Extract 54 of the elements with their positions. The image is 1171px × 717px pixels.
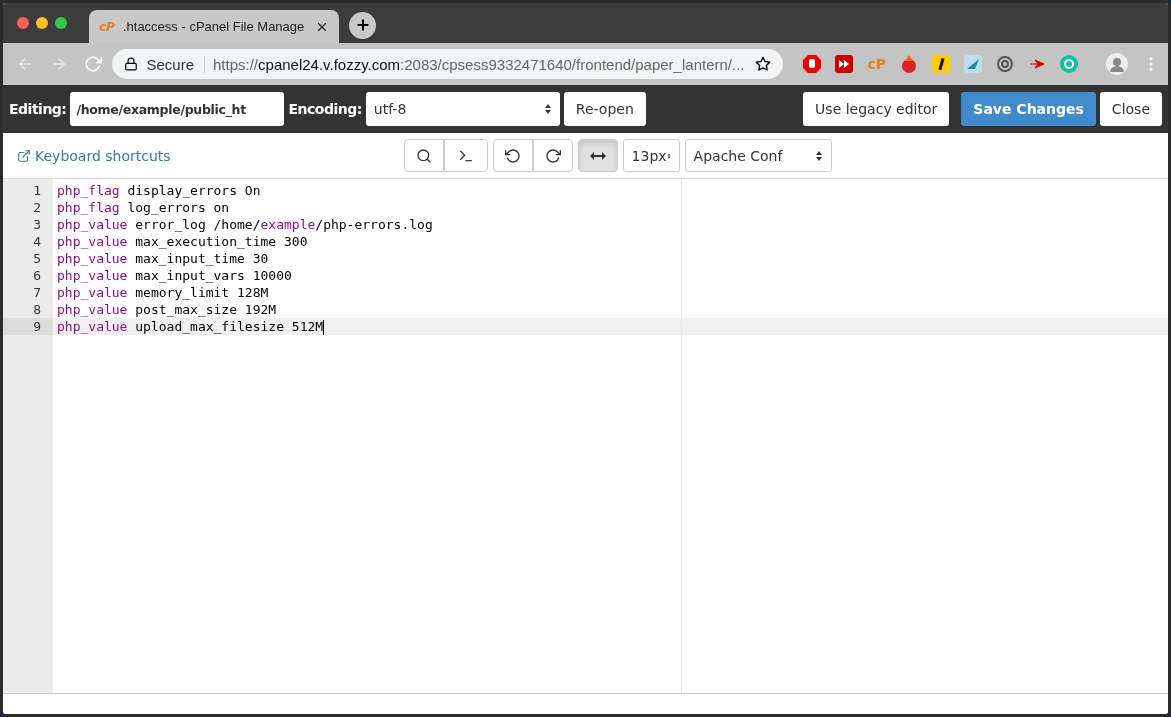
- browser-tab[interactable]: cP .htaccess - cPanel File Manage: [89, 10, 339, 43]
- close-button[interactable]: Close: [1099, 92, 1162, 126]
- encoding-label: Encoding:: [288, 101, 362, 117]
- code-line: php_value error_log /home/example/php-errors.log: [56, 216, 434, 233]
- code-line: php_value max_input_time 30: [56, 250, 270, 267]
- font-size-select[interactable]: 13px: [622, 139, 680, 172]
- path-field[interactable]: /home/example/public_ht: [70, 92, 285, 126]
- undo-icon: [504, 147, 521, 164]
- plus-icon: [354, 17, 371, 33]
- close-window-icon[interactable]: [17, 17, 29, 29]
- code-line: php_value max_execution_time 300: [56, 233, 309, 250]
- code-line: php_value max_input_vars 10000: [56, 267, 293, 284]
- mode-select[interactable]: Apache Conf: [684, 139, 832, 172]
- code-line: php_flag log_errors on: [56, 199, 231, 216]
- new-tab-button[interactable]: [349, 11, 376, 39]
- wrap-toggle-button[interactable]: [577, 139, 618, 172]
- code-line: php_flag display_errors On: [56, 182, 262, 199]
- code-line: php_value memory_limit 128M: [56, 284, 270, 301]
- line-number: 6: [32, 267, 42, 284]
- favicon: cP: [99, 19, 115, 34]
- text-cursor: [323, 320, 325, 335]
- line-number: 2: [32, 199, 42, 216]
- slanted-bar-icon[interactable]: [932, 55, 950, 73]
- code-line: php_value post_max_size 192M: [56, 301, 278, 318]
- external-link-icon: [17, 148, 31, 163]
- editing-label: Editing:: [9, 101, 67, 117]
- save-button[interactable]: Save Changes: [961, 92, 1096, 126]
- keyboard-shortcuts-link[interactable]: Keyboard shortcuts: [17, 147, 171, 164]
- line-number: 8: [32, 301, 42, 318]
- avatar-icon[interactable]: [1106, 53, 1128, 75]
- fast-forward-icon[interactable]: [835, 55, 854, 73]
- legacy-editor-button[interactable]: Use legacy editor: [803, 92, 950, 126]
- minimize-window-icon[interactable]: [36, 17, 48, 29]
- search-icon: [415, 147, 432, 164]
- search-button[interactable]: [403, 139, 444, 172]
- redo-icon: [544, 147, 561, 164]
- line-number: 7: [32, 284, 42, 301]
- reopen-button[interactable]: Re-open: [563, 92, 646, 126]
- undo-button[interactable]: [492, 139, 533, 172]
- double-arrow-icon: [589, 150, 606, 161]
- line-number: 5: [32, 250, 42, 267]
- url-text: https://cpanel24.v.fozzy.com:2083/cpsess9332471640/frontend/paper_lantern/...: [213, 55, 746, 73]
- address-bar[interactable]: Secure https://cpanel24.v.fozzy.com:2083/cpsess9332471640/frontend/paper_lantern/...: [112, 49, 784, 79]
- zoom-window-icon[interactable]: [55, 17, 67, 29]
- stop-hand-icon[interactable]: [803, 55, 822, 73]
- star-icon[interactable]: [755, 56, 772, 72]
- line-number: 1: [32, 182, 42, 199]
- security-label: Secure: [146, 55, 205, 73]
- lock-icon: [124, 57, 139, 71]
- encoding-select[interactable]: utf-8: [365, 92, 560, 126]
- line-number: 3: [32, 216, 42, 233]
- line-number: 9: [3, 318, 53, 335]
- redo-button[interactable]: [532, 139, 573, 172]
- line-number: 4: [32, 233, 42, 250]
